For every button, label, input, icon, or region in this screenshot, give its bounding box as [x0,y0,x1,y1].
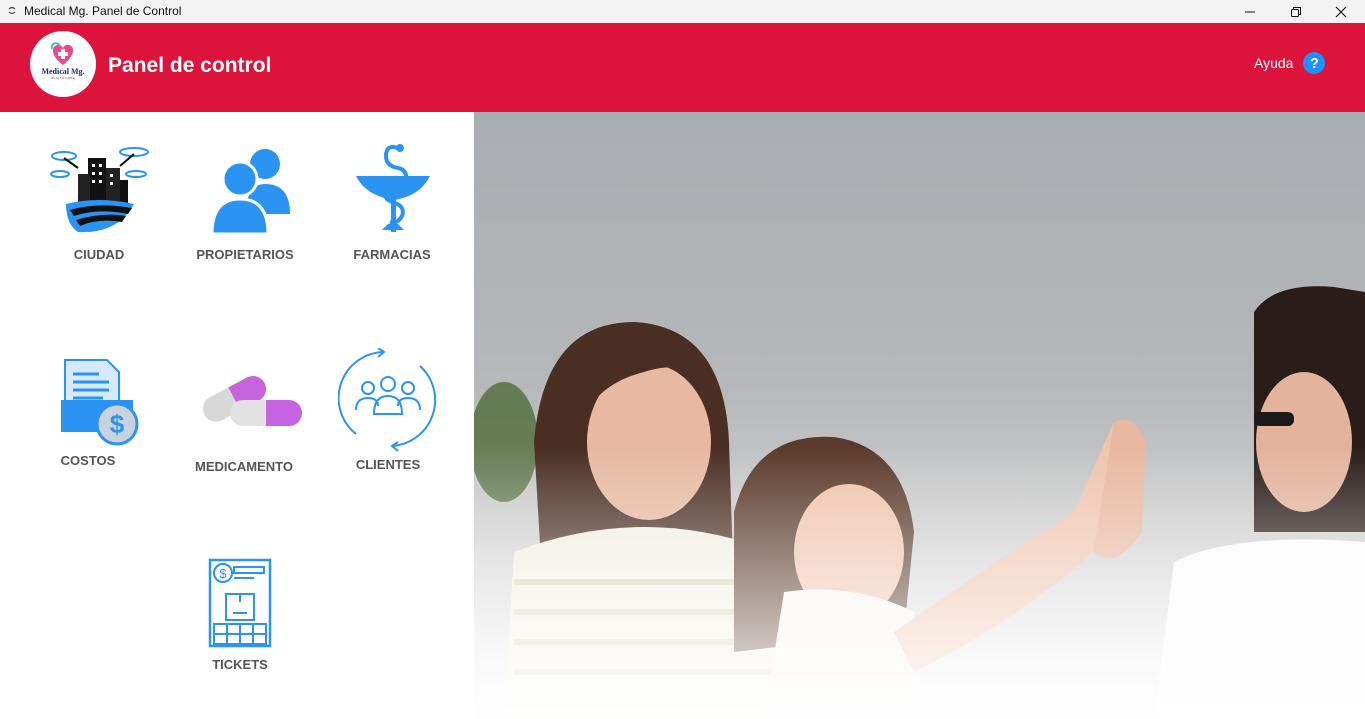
menu-item-label: PROPIETARIOS [196,247,294,262]
close-button[interactable] [1318,0,1364,23]
help-label: Ayuda [1254,55,1294,71]
menu-item-label: MEDICAMENTO [195,459,293,474]
help-button[interactable]: Ayuda ? [1254,52,1326,74]
maximize-button[interactable] [1273,0,1319,23]
heart-logo-icon [50,42,74,65]
app-logo: Medical Mg. HEALTH CARE [30,31,96,97]
menu-item-label: COSTOS [60,453,116,468]
main-menu: CIUDAD PROPIETARIOS FARMACIAS $ COSTOS M… [0,112,474,719]
logo-subtext: HEALTH CARE [50,76,76,80]
minimize-button[interactable] [1227,0,1273,23]
ticket-receipt-icon: $ [208,558,272,648]
minimize-icon [1245,11,1255,12]
menu-item-medicamento[interactable]: MEDICAMENTO [192,366,312,474]
menu-item-label: CIUDAD [73,247,125,262]
help-icon: ? [1303,52,1326,74]
menu-item-label: TICKETS [212,657,268,672]
svg-text:$: $ [110,409,125,439]
restore-icon [1291,6,1301,17]
window-title: Medical Mg. Panel de Control [24,4,182,18]
menu-item-label: FARMACIAS [353,247,431,262]
close-icon [1335,6,1347,17]
users-icon [210,149,290,236]
menu-item-propietarios[interactable]: PROPIETARIOS [190,144,300,262]
menu-item-farmacias[interactable]: FARMACIAS [346,140,438,262]
menu-item-costos[interactable]: $ COSTOS [55,356,139,468]
pills-icon [202,376,302,426]
family-doctor-high-five-image [474,112,1365,719]
menu-item-label: CLIENTES [355,457,421,472]
logo-text: Medical Mg. [41,67,85,76]
menu-item-ciudad[interactable]: CIUDAD [48,144,150,262]
svg-text:$: $ [219,566,227,581]
clients-cycle-icon [337,347,437,452]
window-titlebar: Medical Mg. Panel de Control [0,0,1365,23]
pharmacy-snake-bowl-icon [356,144,430,232]
page-title: Panel de control [108,54,272,77]
menu-item-clientes[interactable]: CLIENTES [337,347,438,472]
app-header: Medical Mg. HEALTH CARE Panel de control… [0,23,1365,112]
menu-item-tickets[interactable]: $ TICKETS [200,558,280,672]
hero-photo [474,112,1365,719]
city-drones-icon [50,147,149,233]
cost-documents-icon: $ [61,359,139,446]
app-icon [8,6,16,15]
